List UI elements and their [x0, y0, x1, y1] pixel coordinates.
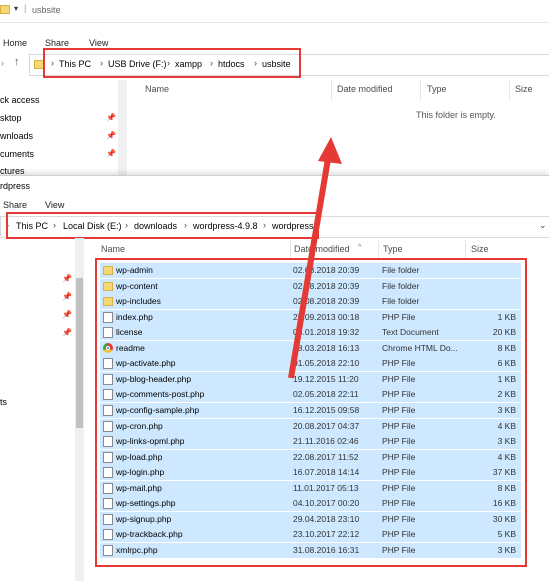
arrow-head — [318, 137, 342, 164]
arrow-shaft — [288, 152, 332, 379]
annotation-arrow — [288, 137, 342, 379]
